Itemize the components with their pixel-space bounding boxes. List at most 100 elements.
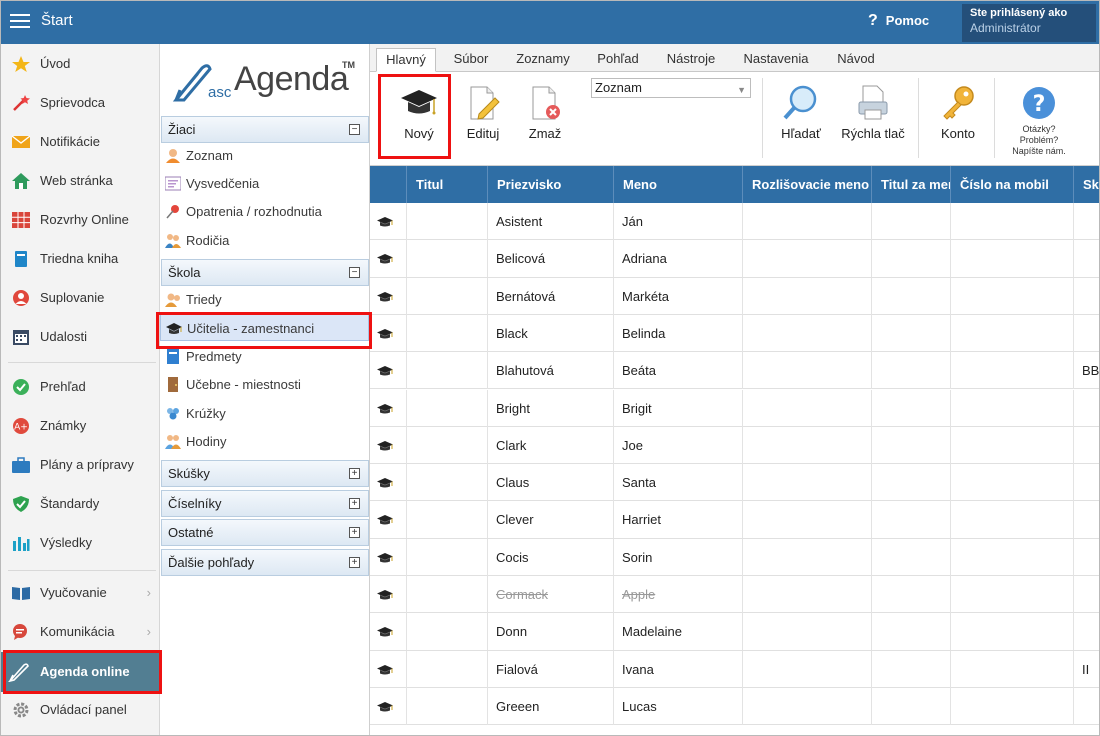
cell-empty xyxy=(951,613,1074,651)
sidebar-item-vysledky[interactable]: Výsledky xyxy=(0,527,159,559)
header-priezvisko[interactable]: Priezvisko xyxy=(488,166,614,203)
expand-icon[interactable]: + xyxy=(349,468,360,479)
sidebar-item-uvod[interactable]: Úvod xyxy=(0,48,159,80)
tab-nastavenia[interactable]: Nastavenia xyxy=(734,48,818,72)
tree-item-kruzky[interactable]: Krúžky xyxy=(160,400,369,427)
table-row[interactable]: Asistent Ján xyxy=(370,203,1100,241)
ribbon-separator xyxy=(762,78,763,158)
group-ciselniky[interactable]: Číselníky + xyxy=(161,490,369,517)
sidebar-item-sprievodca[interactable]: Sprievodca xyxy=(0,87,159,119)
table-row[interactable]: Bernátová Markéta xyxy=(370,277,1100,315)
login-info[interactable]: Ste prihlásený ako Administrátor xyxy=(962,4,1096,42)
tree-item-zoznam[interactable]: Zoznam xyxy=(160,142,369,169)
cell-priezvisko: Asistent xyxy=(488,203,614,240)
table-row[interactable]: Black Belinda xyxy=(370,314,1100,353)
group-skola[interactable]: Škola − xyxy=(161,259,369,286)
collapse-icon[interactable]: − xyxy=(349,267,360,278)
sidebar-item-udalosti[interactable]: Udalosti xyxy=(0,321,159,353)
account-button[interactable]: Konto xyxy=(930,78,986,158)
support-line-2: Problém? xyxy=(1019,135,1059,145)
key-icon xyxy=(943,86,974,120)
tree-item-opatrenia[interactable]: Opatrenia / rozhodnutia xyxy=(160,198,369,225)
sidebar-item-web-stranka[interactable]: Web stránka xyxy=(0,165,159,197)
table-row[interactable]: Blahutová Beáta BB xyxy=(370,352,1100,390)
search-button[interactable]: Hľadať xyxy=(772,78,830,158)
app-title: Štart xyxy=(41,12,73,29)
group-ziaci[interactable]: Žiaci − xyxy=(161,116,369,143)
tree-item-predmety[interactable]: Predmety xyxy=(160,343,369,370)
edit-button[interactable]: Edituj xyxy=(458,78,508,158)
teacher-icon xyxy=(370,314,407,352)
tree-item-rodicia[interactable]: Rodičia xyxy=(160,227,369,254)
sidebar-item-znamky[interactable]: A+ Známky xyxy=(0,410,159,442)
expand-icon[interactable]: + xyxy=(349,498,360,509)
expand-icon[interactable]: + xyxy=(349,527,360,538)
tree-item-hodiny[interactable]: Hodiny xyxy=(160,428,369,455)
tree-item-triedy[interactable]: Triedy xyxy=(160,286,369,313)
quick-print-button[interactable]: Rýchla tlač xyxy=(836,78,910,158)
sidebar-item-notifikacie[interactable]: Notifikácie xyxy=(0,126,159,158)
sidebar-item-plany[interactable]: Plány a prípravy xyxy=(0,449,159,481)
cell-empty xyxy=(872,687,951,725)
expand-icon[interactable]: + xyxy=(349,557,360,568)
table-row[interactable]: Fialová Ivana II xyxy=(370,650,1100,688)
tree-item-ucebne[interactable]: Učebne - miestnosti xyxy=(160,371,369,398)
header-sk[interactable]: Sk xyxy=(1074,166,1100,203)
help-button[interactable]: ? Pomoc xyxy=(868,12,929,30)
grades-icon: A+ xyxy=(13,418,29,434)
table-row[interactable]: Cormack Apple xyxy=(370,576,1100,614)
sidebar-item-prehlad[interactable]: Prehľad xyxy=(0,371,159,403)
cell-empty xyxy=(872,240,951,278)
tab-pohlad[interactable]: Pohľad xyxy=(588,48,648,72)
table-row[interactable]: Clark Joe xyxy=(370,426,1100,465)
tree-item-label: Učebne - miestnosti xyxy=(186,377,301,392)
group-ostatne[interactable]: Ostatné + xyxy=(161,519,369,546)
header-titul[interactable]: Titul xyxy=(407,166,488,203)
sidebar-item-agenda-online[interactable]: Agenda online xyxy=(0,652,159,692)
delete-button[interactable]: Zmaž xyxy=(520,78,570,158)
tab-hlavny[interactable]: Hlavný xyxy=(376,48,436,72)
sidebar-item-rozvrhy-online[interactable]: Rozvrhy Online xyxy=(0,204,159,236)
tree-item-vysvedcenia[interactable]: Vysvedčenia xyxy=(160,170,369,197)
tab-zoznamy[interactable]: Zoznamy xyxy=(508,48,578,72)
header-icon-column[interactable] xyxy=(370,166,407,203)
table-row[interactable]: Clever Harriet xyxy=(370,501,1100,539)
tab-subor[interactable]: Súbor xyxy=(442,48,500,72)
header-rozlisovacie-meno[interactable]: Rozlišovacie meno xyxy=(743,166,872,203)
group-skusky[interactable]: Skúšky + xyxy=(161,460,369,487)
collapse-icon[interactable]: − xyxy=(349,124,360,135)
tab-nastroje[interactable]: Nástroje xyxy=(658,48,724,72)
sidebar-item-komunikacia[interactable]: Komunikácia › xyxy=(0,616,159,648)
cell-extra xyxy=(1074,501,1100,538)
tree-item-ucitelia[interactable]: Učitelia - zamestnanci xyxy=(160,314,369,341)
certificate-icon xyxy=(165,176,181,191)
hamburger-menu-icon[interactable] xyxy=(8,10,32,30)
search-label: Hľadať xyxy=(781,126,821,141)
table-row[interactable]: Donn Madelaine xyxy=(370,613,1100,651)
table-row[interactable]: Claus Santa xyxy=(370,464,1100,502)
support-button[interactable]: ? Otázky? Problém? Napíšte nám. xyxy=(1002,78,1076,158)
sidebar-item-ovladaci-panel[interactable]: Ovládací panel xyxy=(0,694,159,726)
tab-navod[interactable]: Návod xyxy=(826,48,886,72)
sidebar-item-vyucovanie[interactable]: Vyučovanie › xyxy=(0,577,159,609)
table-row[interactable]: Greeen Lucas xyxy=(370,687,1100,726)
header-titul-za-menom[interactable]: Titul za menom xyxy=(872,166,951,203)
timetable-icon xyxy=(12,212,30,228)
table-row[interactable]: Cocis Sorin xyxy=(370,538,1100,576)
new-button[interactable]: Nový xyxy=(384,78,454,158)
header-cislo-na-mobil[interactable]: Číslo na mobil xyxy=(951,166,1074,203)
cell-meno: Adriana xyxy=(614,240,743,278)
sidebar-item-triedna-kniha[interactable]: Triedna kniha xyxy=(0,243,159,275)
sidebar-item-suplovanie[interactable]: Suplovanie xyxy=(0,282,159,314)
view-select-value: Zoznam xyxy=(595,80,642,95)
view-select[interactable]: Zoznam ▼ xyxy=(591,78,751,98)
tree-item-label: Opatrenia / rozhodnutia xyxy=(186,204,322,219)
sidebar-item-standardy[interactable]: Štandardy xyxy=(0,488,159,520)
table-row[interactable]: Belicová Adriana xyxy=(370,240,1100,278)
cell-empty xyxy=(951,277,1074,315)
group-label: Škola xyxy=(168,265,201,280)
header-meno[interactable]: Meno xyxy=(614,166,743,203)
cell-extra xyxy=(1074,539,1100,576)
group-dalsie-pohlady[interactable]: Ďalšie pohľady + xyxy=(161,549,369,576)
table-row[interactable]: Bright Brigit xyxy=(370,389,1100,427)
